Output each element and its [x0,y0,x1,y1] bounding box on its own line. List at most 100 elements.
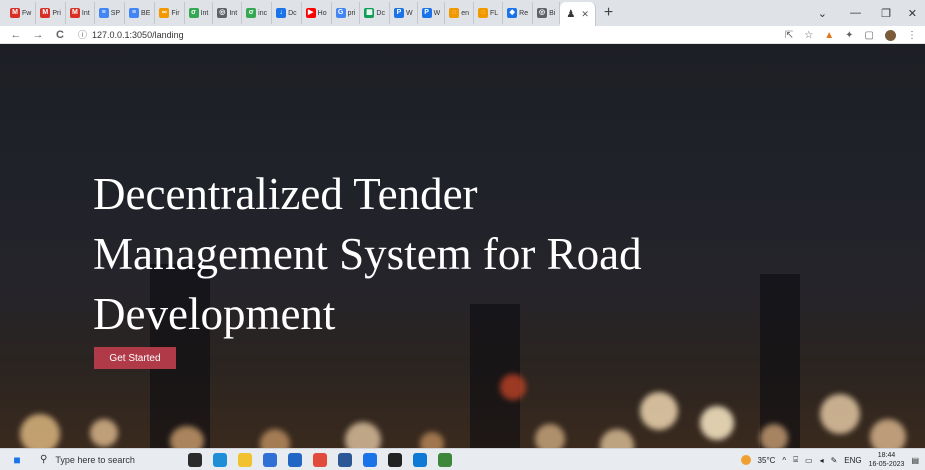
browser-tab[interactable]: ◎ Bi [533,2,561,24]
extensions-puzzle-icon[interactable]: ✦ [845,30,853,41]
browser-tab[interactable]: PW [390,2,418,24]
browser-tab-strip: M Fw M Pri M Int ≡ SP ≡ BE ∞ Fir σ Int ◎ Int σ inc ↓ Dc ▶ Ho G… [0,0,925,26]
browser-tab[interactable]: ≡ SP [95,2,126,24]
browser-tab[interactable]: M Int [66,2,95,24]
browser-toolbar: ⇱ ☆ ▲ ✦ ▢ ⋮ [785,26,917,44]
browser-tab[interactable]: ◎ Int [213,2,243,24]
browser-tab[interactable]: ▶ Ho [302,2,332,24]
taskbar-pinned-apps [188,452,452,467]
node-icon[interactable] [438,452,452,467]
share-icon[interactable]: ⇱ [785,30,793,41]
profile-avatar[interactable] [885,29,896,41]
bokeh-light [535,424,565,448]
back-button[interactable]: ← [10,29,22,41]
file-explorer-icon[interactable] [238,452,252,467]
youtube-icon: ▶ [305,8,316,18]
close-window-button[interactable]: ✕ [908,0,917,26]
google-icon: G [335,8,346,18]
pen-ink-icon[interactable]: ✎ [831,456,838,465]
battery-icon[interactable]: ▭ [805,456,813,465]
side-panel-icon[interactable]: ▢ [865,30,874,41]
browser-tab[interactable]: σ Int [185,2,214,24]
volume-icon[interactable]: ◂ [820,456,824,465]
doc-icon: ≡ [98,8,109,18]
site-info-icon[interactable]: ⓘ [78,28,87,41]
browser-tab[interactable]: ▦ Dc [360,2,390,24]
browser-tab-label: Fw [22,9,32,17]
url-text: 127.0.0.1:3050/landing [92,29,184,40]
browser-tab-label: Re [519,9,529,17]
download-icon: ↓ [276,8,287,18]
browser-tab-active[interactable]: ♟ ✕ [560,2,596,26]
browser-tab[interactable]: ◌ FL [474,2,504,24]
browser-tab[interactable]: ∞ Fir [155,2,185,24]
browser-tab[interactable]: ◌ en [445,2,474,24]
sheet-icon: ▦ [364,8,375,18]
new-tab-button[interactable]: + [604,0,613,26]
windows-taskbar: ■ ⚲ Type here to search 35°C ^ ⌸ ▭ ◂ ✎ E… [0,448,925,470]
browser-tab[interactable]: σ inc [242,2,273,24]
task-view-icon[interactable] [188,452,202,467]
browser-tab[interactable]: ◆ Re [503,2,534,24]
taskbar-search-box[interactable]: ⚲ Type here to search [34,449,174,470]
show-hidden-icons-icon[interactable]: ^ [782,456,786,465]
browser-tab-label: W [433,9,441,17]
city-skyline-shape [760,274,800,448]
browser-tab-label: pri [347,9,356,17]
browser-tab-label: W [405,9,413,17]
browser-tab[interactable]: PW [418,2,446,24]
bokeh-light [760,424,788,448]
taskbar-clock[interactable]: 18:44 16-05-2023 [869,451,905,469]
network-icon[interactable]: ⌸ [793,455,798,465]
browser-tab[interactable]: ↓ Dc [272,2,302,24]
restore-button[interactable]: ❐ [881,0,891,26]
leaf-icon: σ [246,8,257,18]
weather-sun-icon[interactable] [740,455,751,465]
pen-icon: P [421,8,432,18]
hero-title: Decentralized Tender Management System f… [93,169,642,339]
forward-button[interactable]: → [32,29,44,41]
windows-start-icon[interactable]: ■ [0,453,34,467]
terminal-icon[interactable] [388,452,402,467]
browser-tab-label: Fir [171,9,180,17]
clock-time: 18:44 [877,452,896,459]
store-icon[interactable] [263,452,277,467]
vlc-icon[interactable] [363,452,377,467]
language-indicator[interactable]: ENG [844,456,861,465]
url-field[interactable]: ⓘ 127.0.0.1:3050/landing [78,28,184,41]
word-icon[interactable] [338,452,352,467]
temperature-text[interactable]: 35°C [758,456,776,465]
gmail-icon: M [69,8,80,18]
browser-tab[interactable]: M Fw [6,2,37,24]
chrome-icon[interactable] [313,452,327,467]
browser-tab-label: Int [200,9,209,17]
infinity-icon: ∞ [159,8,170,18]
browser-tab[interactable]: Gpri [332,2,361,24]
notifications-icon[interactable]: ▤ [911,456,919,465]
bokeh-light [500,374,526,400]
browser-tab-label: Dc [376,9,385,17]
browser-tab[interactable]: ≡ BE [125,2,156,24]
reload-button[interactable]: C [54,29,66,41]
tab-search-chevron-icon[interactable]: ⌄ [818,0,827,26]
taskbar-search-placeholder: Type here to search [55,454,135,465]
browser-tab-label: Int [229,9,238,17]
browser-tab-label: Pri [52,9,61,17]
get-started-button[interactable]: Get Started [94,347,176,369]
close-tab-icon[interactable]: ✕ [581,9,589,20]
browser-tab-label: Dc [288,9,297,17]
browser-tab[interactable]: M Pri [36,2,66,24]
browser-tab-label: Int [81,9,90,17]
bookmark-star-icon[interactable]: ☆ [804,30,813,41]
bokeh-light [600,429,634,448]
edge-icon[interactable] [213,452,227,467]
browser-tab-label: FL [489,9,499,17]
doc-icon: ≡ [129,8,140,18]
browser-menu-icon[interactable]: ⋮ [907,30,917,41]
mail-icon[interactable] [288,452,302,467]
leaf-icon: σ [188,8,199,18]
minimize-button[interactable]: — [850,0,861,26]
address-bar: ← → C ⓘ 127.0.0.1:3050/landing ⇱ ☆ ▲ ✦ ▢… [0,26,925,44]
vscode-icon[interactable] [413,452,427,467]
metamask-extension-icon[interactable]: ▲ [824,30,834,41]
